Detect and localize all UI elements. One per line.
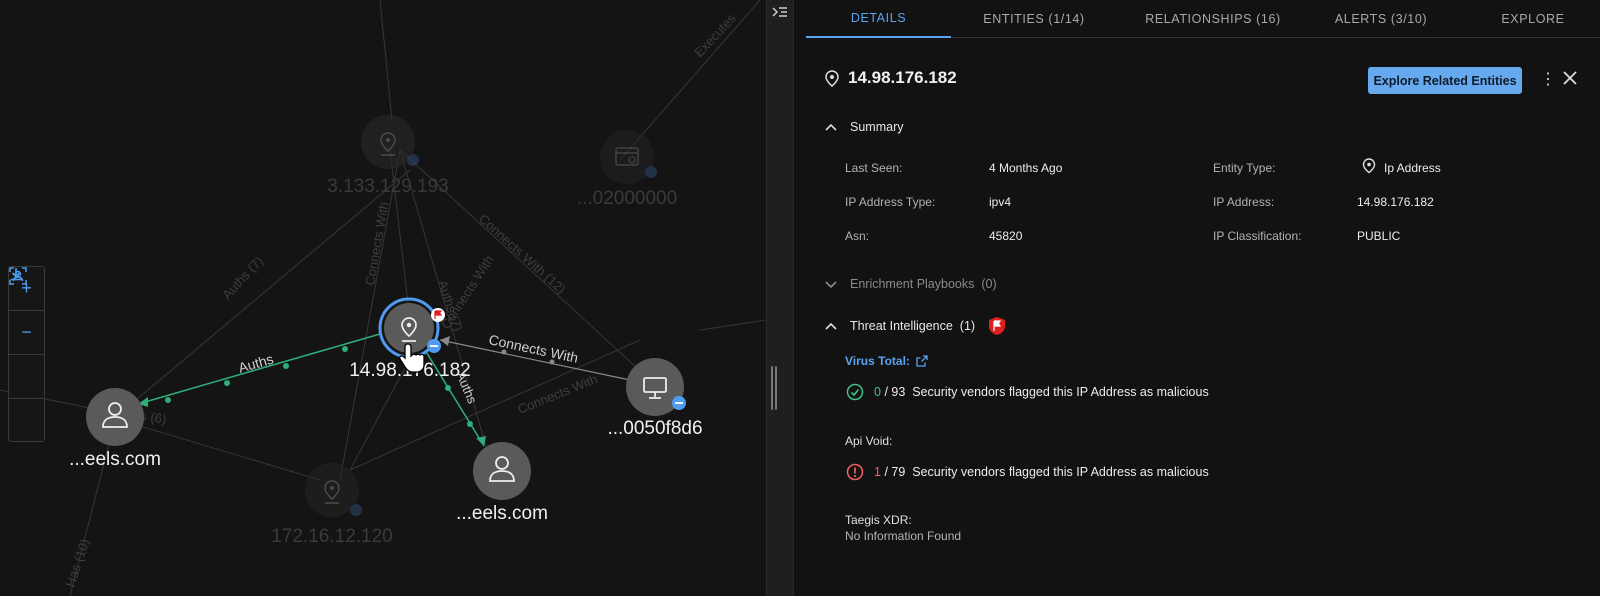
drag-handle[interactable] <box>771 366 778 410</box>
node-label-faded: ...02000000 <box>577 188 677 209</box>
node-left-user <box>86 388 144 446</box>
virus-total-flagged: 0 <box>874 385 881 399</box>
entity-type-label: Entity Type: <box>1213 161 1276 175</box>
download-button[interactable] <box>9 268 44 443</box>
virus-total-label: Virus Total: <box>845 354 910 368</box>
asn-value: 45820 <box>989 229 1023 243</box>
enrichment-section-toggle[interactable]: Enrichment Playbooks (0) <box>824 277 997 291</box>
tab-relationships[interactable]: RELATIONSHIPS (16) <box>1132 0 1294 38</box>
entity-header: 14.98.176.182 Explore Related Entities ⋮ <box>824 64 1584 94</box>
node-label-bottom-user: ...eels.com <box>456 503 548 524</box>
taegis-text: No Information Found <box>845 529 962 543</box>
node-label-faded: 3.133.129.193 <box>327 176 449 197</box>
last-seen-label: Last Seen: <box>845 161 903 175</box>
taegis-label: Taegis XDR: <box>845 513 912 527</box>
entity-graph[interactable]: Auths (7) Connects With Connects With (1… <box>0 0 766 596</box>
node-label-host: ...0050f8d6 <box>607 418 702 439</box>
node-label-faded: 172.16.12.120 <box>271 526 393 547</box>
ip-type-value: ipv4 <box>989 195 1012 209</box>
ip-address-label: IP Address: <box>1213 195 1275 209</box>
enrichment-title: Enrichment Playbooks <box>850 277 975 291</box>
ip-type-label: IP Address Type: <box>845 195 936 209</box>
api-void-result: 1 / 79 Security vendors flagged this IP … <box>846 463 1209 481</box>
edge-label: Connects With (12) <box>476 211 569 297</box>
threat-intel-section-toggle[interactable]: Threat Intelligence (1) <box>824 316 1007 336</box>
edge-faded <box>379 0 393 121</box>
fit-view-button[interactable] <box>9 267 44 399</box>
threat-intel-count: (1) <box>959 319 976 333</box>
threat-intel-title: Threat Intelligence <box>850 319 953 333</box>
pane-splitter[interactable] <box>766 0 794 596</box>
node-host <box>626 358 686 416</box>
external-link-icon <box>916 355 928 367</box>
chevron-up-icon <box>825 123 837 131</box>
ip-classification-label: IP Classification: <box>1213 229 1302 243</box>
tab-explore[interactable]: EXPLORE <box>1486 0 1580 38</box>
edge-label: Executes <box>691 10 739 60</box>
details-panel: DETAILS ENTITIES (1/14) RELATIONSHIPS (1… <box>794 0 1600 596</box>
check-circle-icon <box>846 383 864 401</box>
edge-label: Connects With <box>362 201 391 287</box>
edge-label: Connects With <box>516 371 600 417</box>
edge-label: Has (10) <box>63 537 93 589</box>
zoom-controls: + − <box>8 266 45 442</box>
node-faded-ip-top <box>361 115 419 169</box>
api-void-label: Api Void: <box>845 434 893 448</box>
tab-alerts[interactable]: ALERTS (3/10) <box>1322 0 1440 38</box>
virus-total-link[interactable]: Virus Total: <box>845 354 928 368</box>
node-bottom-user <box>473 442 531 500</box>
ip-address-value: 14.98.176.182 <box>1357 195 1434 209</box>
edge-faded <box>699 319 766 331</box>
virus-total-total: / 93 <box>884 385 906 399</box>
asn-label: Asn: <box>845 229 870 243</box>
more-options-icon[interactable]: ⋮ <box>1540 69 1556 89</box>
tab-bar: DETAILS ENTITIES (1/14) RELATIONSHIPS (1… <box>806 0 1600 38</box>
download-icon <box>10 268 22 281</box>
close-icon[interactable] <box>1560 68 1580 88</box>
entity-type-value: Ip Address <box>1384 161 1441 175</box>
location-pin-icon <box>1362 158 1376 174</box>
chevron-up-icon <box>825 322 837 330</box>
api-void-flagged: 1 <box>874 465 881 479</box>
summary-section-toggle[interactable]: Summary <box>824 120 903 134</box>
chevron-down-icon <box>825 281 837 289</box>
virus-total-text: Security vendors flagged this IP Address… <box>912 385 1209 399</box>
explore-related-entities-button[interactable]: Explore Related Entities <box>1368 67 1522 94</box>
edge-label-auths: Auths <box>236 351 275 376</box>
last-seen-value: 4 Months Ago <box>989 161 1063 175</box>
zoom-out-button[interactable]: − <box>9 311 44 355</box>
node-center-selected <box>378 297 445 359</box>
tab-entities[interactable]: ENTITIES (1/14) <box>964 0 1104 38</box>
tab-details[interactable]: DETAILS <box>806 0 951 38</box>
node-faded-ip-bottom <box>305 463 362 517</box>
node-faded-process <box>600 130 657 184</box>
node-label-left-user: ...eels.com <box>69 449 161 470</box>
location-pin-icon <box>825 70 839 87</box>
api-void-text: Security vendors flagged this IP Address… <box>912 465 1209 479</box>
api-void-total: / 79 <box>884 465 906 479</box>
edge-label: Auths (7) <box>219 253 266 302</box>
summary-title: Summary <box>850 120 904 134</box>
page-title: 14.98.176.182 <box>848 68 957 87</box>
enrichment-count: (0) <box>981 277 997 291</box>
ip-classification-value: PUBLIC <box>1357 229 1401 243</box>
virus-total-result: 0 / 93 Security vendors flagged this IP … <box>846 383 1209 401</box>
warning-circle-icon <box>846 463 864 481</box>
threat-flag-icon <box>989 317 1006 335</box>
edge-label-connects-with: Connects With <box>487 331 579 366</box>
collapse-panel-icon[interactable] <box>772 6 788 20</box>
